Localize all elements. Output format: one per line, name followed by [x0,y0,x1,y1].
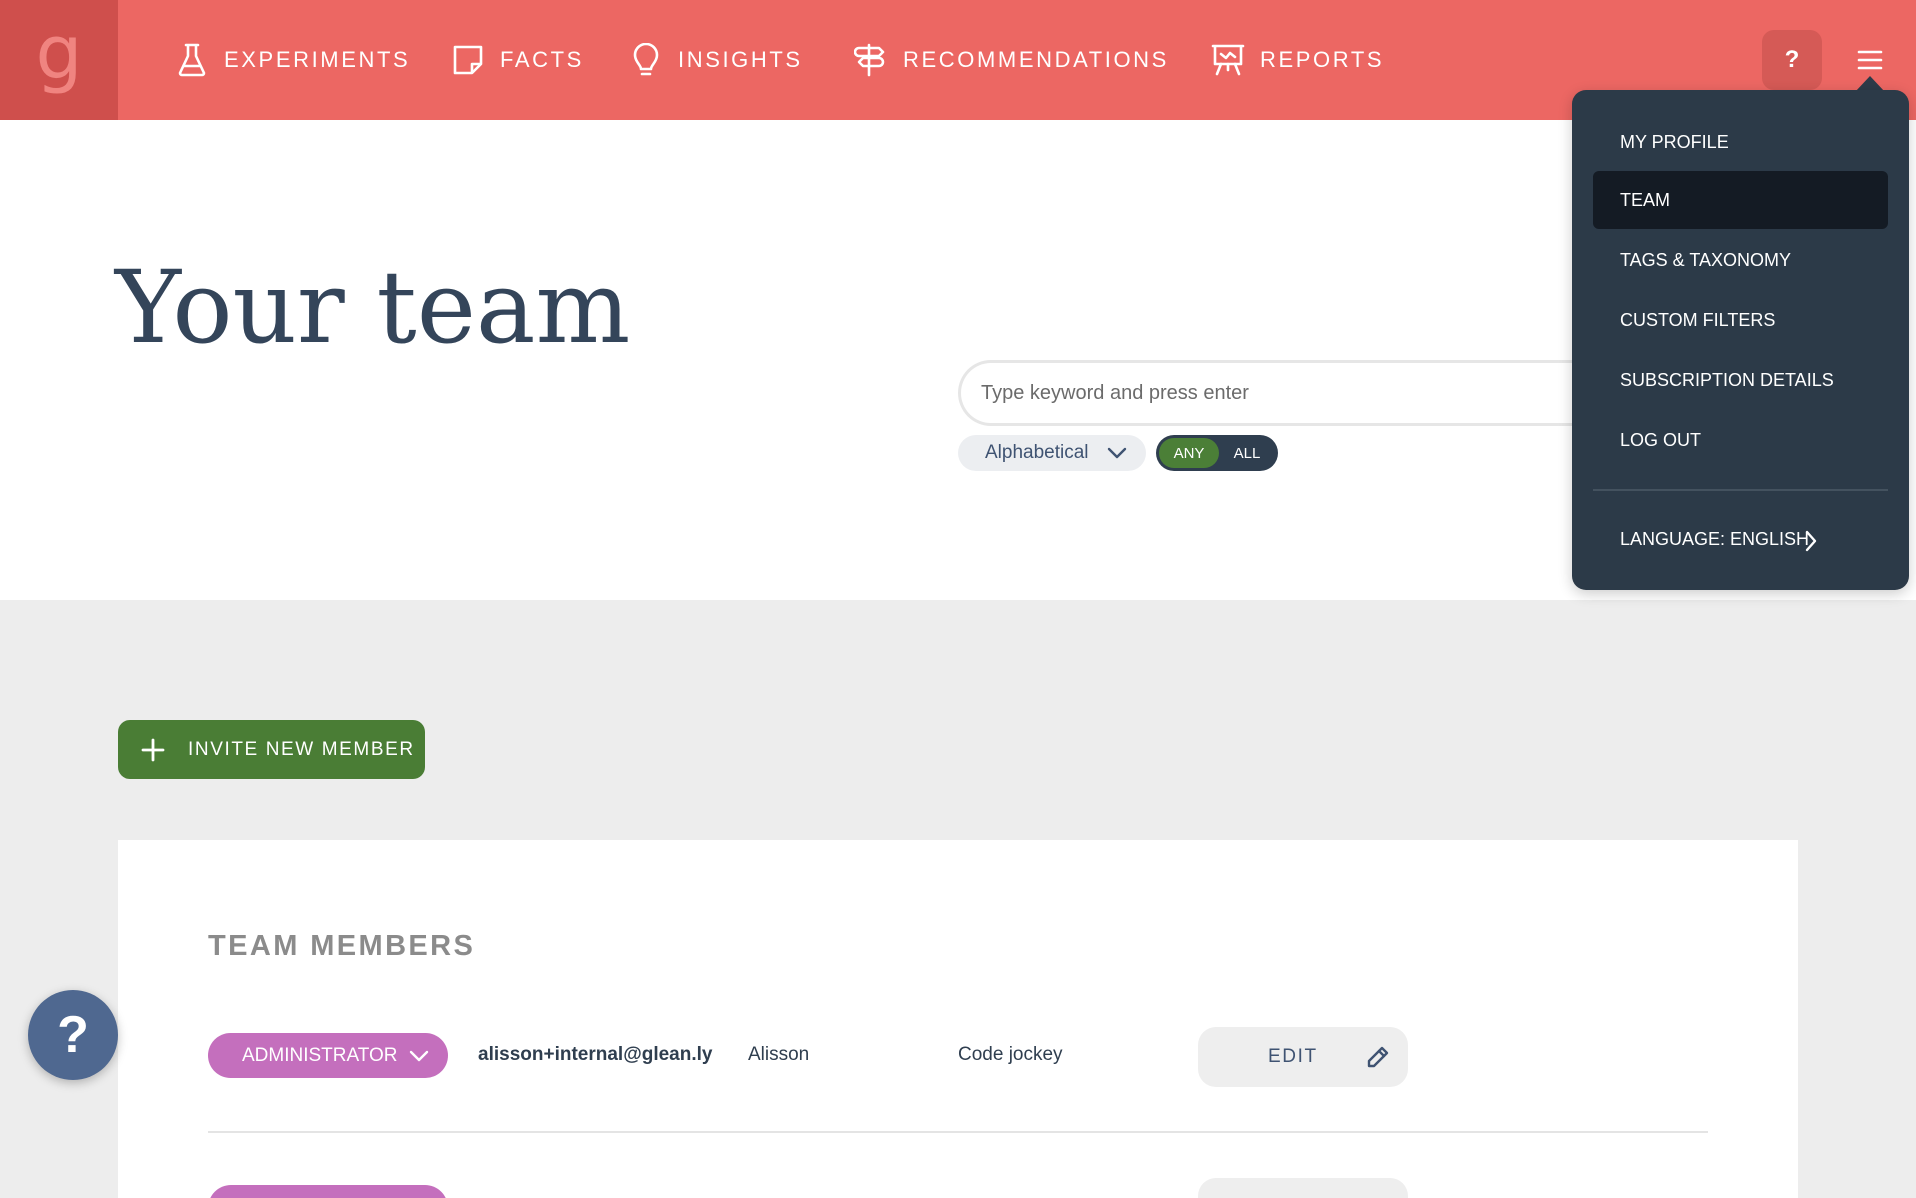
role-label: ADMINISTRATOR [242,1044,398,1066]
section-title: TEAM MEMBERS [208,930,476,962]
table-row: ADMINISTRATOR alisson+internal@glean.ly … [208,1027,1708,1090]
row-divider [208,1131,1708,1133]
note-icon [448,40,488,80]
nav-item-facts[interactable]: FACTS [448,40,584,80]
menu-item-custom-filters[interactable]: CUSTOM FILTERS [1593,291,1888,349]
match-toggle: ANY ALL [1156,435,1278,471]
role-dropdown[interactable]: ADMINISTRATOR [208,1033,448,1078]
menu-item-log-out[interactable]: LOG OUT [1593,411,1888,469]
nav-label: FACTS [500,47,584,72]
search-input[interactable] [961,363,1578,423]
member-job-title: Code jockey [958,1044,1063,1065]
edit-member-button[interactable]: EDIT [1198,1027,1408,1087]
menu-item-tags-taxonomy[interactable]: TAGS & TAXONOMY [1593,231,1888,289]
plus-icon [141,738,165,761]
menu-item-my-profile[interactable]: MY PROFILE [1593,113,1888,171]
menu-item-subscription-details[interactable]: SUBSCRIPTION DETAILS [1593,351,1888,409]
app-logo[interactable]: g [0,0,118,120]
edit-label: EDIT [1268,1046,1318,1067]
nav-label: REPORTS [1260,47,1385,72]
hamburger-icon[interactable] [1850,40,1890,80]
invite-member-button[interactable]: INVITE NEW MEMBER [118,720,425,779]
page-title: Your team [115,249,631,366]
language-label: LANGUAGE: ENGLISH [1620,528,1810,549]
signpost-icon [851,40,891,80]
sort-dropdown[interactable]: Alphabetical [958,435,1146,471]
nav-label: INSIGHTS [678,47,803,72]
menu-item-language[interactable]: LANGUAGE: ENGLISH [1593,510,1888,568]
floating-help-button[interactable]: ? [28,990,118,1080]
nav-item-insights[interactable]: INSIGHTS [626,40,803,80]
menu-item-team[interactable]: TEAM [1593,171,1888,229]
pencil-icon [1366,1045,1390,1074]
nav-item-experiments[interactable]: EXPERIMENTS [172,40,410,80]
role-dropdown-partial[interactable] [208,1185,448,1198]
toggle-any[interactable]: ANY [1159,438,1219,468]
member-name: Alisson [748,1044,810,1065]
nav-item-recommendations[interactable]: RECOMMENDATIONS [851,40,1169,80]
toggle-all[interactable]: ALL [1219,438,1275,468]
chevron-right-icon [1804,530,1818,557]
sort-value: Alphabetical [985,442,1089,463]
presentation-icon [1208,40,1248,80]
logo-glyph: g [35,10,83,96]
team-members-card: TEAM MEMBERS ADMINISTRATOR alisson+inter… [118,840,1798,1198]
flask-icon [172,40,212,80]
search-field[interactable] [958,360,1578,426]
nav-label: EXPERIMENTS [224,47,411,72]
help-button[interactable]: ? [1762,30,1822,90]
lightbulb-icon [626,40,666,80]
menu-divider [1593,489,1888,491]
invite-label: INVITE NEW MEMBER [188,738,415,760]
chevron-down-icon [1106,442,1128,470]
chevron-down-icon [408,1045,430,1073]
nav-item-reports[interactable]: REPORTS [1208,40,1384,80]
nav-label: RECOMMENDATIONS [903,47,1169,72]
account-menu: MY PROFILE TEAM TAGS & TAXONOMY CUSTOM F… [1572,90,1909,590]
member-email: alisson+internal@glean.ly [478,1044,713,1065]
edit-member-button-partial[interactable] [1198,1178,1408,1198]
